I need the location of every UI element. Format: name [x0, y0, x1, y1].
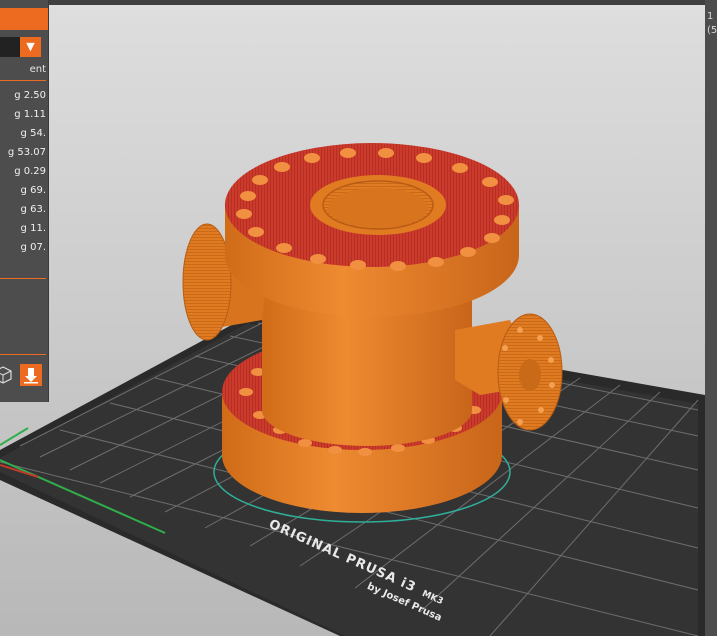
- weight-list: 2.50 g 1.11 g .54 g 53.07 g 0.29 g .69 g…: [0, 86, 46, 257]
- filament-combo[interactable]: [0, 37, 20, 57]
- sidebar-panel: ▼ ent 2.50 g 1.11 g .54 g 53.07 g 0.29 g…: [0, 0, 49, 402]
- list-item: .07 g: [20, 242, 46, 253]
- 3d-preview-viewport[interactable]: ORIGINAL PRUSA i3 MK3 by Josef Prusa: [0, 0, 717, 636]
- export-icon: [24, 368, 38, 384]
- list-item: 53.07 g: [7, 147, 46, 158]
- section-separator: [0, 278, 46, 279]
- list-item: .11 g: [20, 223, 46, 234]
- right-info-line1: 1: [707, 11, 714, 22]
- column-header: ent: [29, 64, 46, 75]
- top-toolbar-edge: [48, 0, 705, 5]
- list-item: .69 g: [20, 185, 46, 196]
- list-item: 2.50 g: [14, 90, 46, 101]
- right-info-line2: (5: [707, 25, 717, 36]
- right-info-strip: 1 (5: [705, 0, 717, 636]
- list-item: .54 g: [20, 128, 46, 139]
- list-item: 1.11 g: [14, 109, 46, 120]
- buttons-separator: [0, 354, 46, 355]
- list-item: .63 g: [20, 204, 46, 215]
- export-button[interactable]: [20, 364, 42, 386]
- chevron-down-icon[interactable]: ▼: [20, 37, 41, 57]
- panel-header-bar: [0, 8, 48, 30]
- cube-outline-icon[interactable]: [0, 364, 14, 386]
- list-item: 0.29 g: [14, 166, 46, 177]
- header-separator: [0, 80, 46, 81]
